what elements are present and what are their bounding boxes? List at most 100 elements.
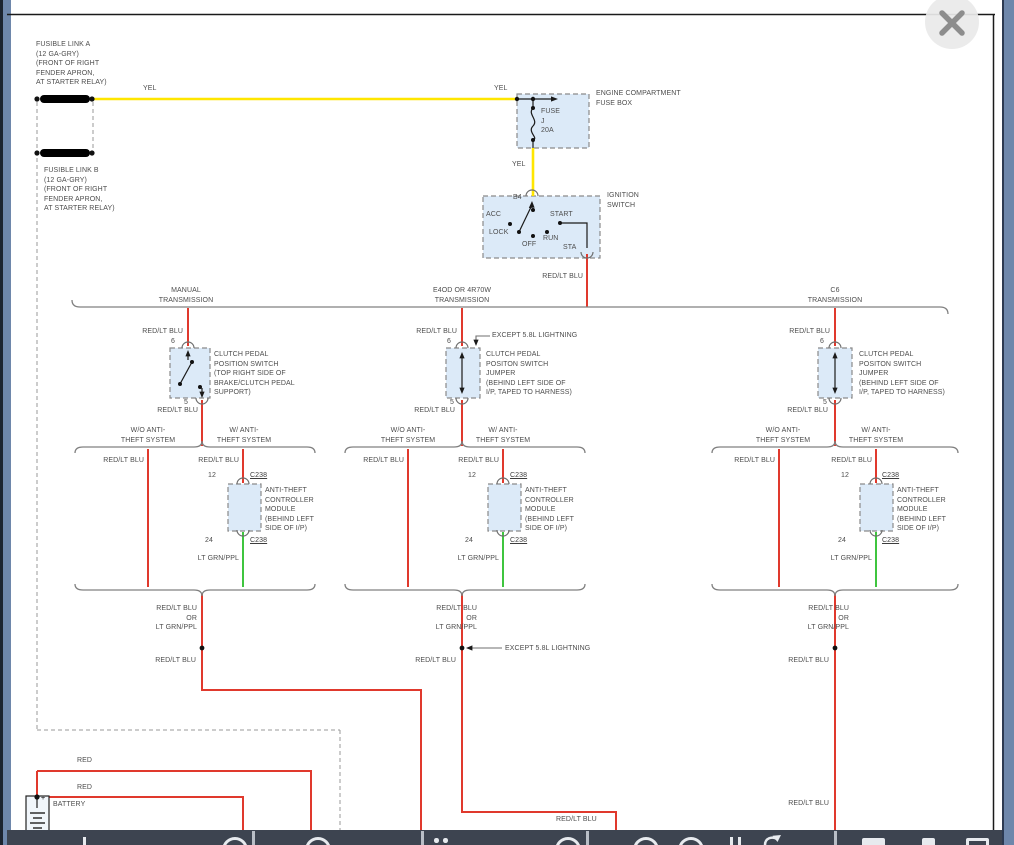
partial-circle-icon[interactable]	[555, 837, 581, 845]
close-button[interactable]	[925, 0, 979, 49]
wire-label-green: LT GRN/PPL	[444, 554, 499, 564]
connector-c238[interactable]: C238	[510, 536, 527, 546]
battery-label: BATTERY	[53, 800, 85, 810]
ignition-wiper-arrow	[529, 201, 535, 208]
red-wire-label-1: RED	[77, 756, 92, 766]
page-wide-icon[interactable]	[862, 838, 885, 845]
plus-icon[interactable]	[83, 837, 86, 845]
wiring-svg	[0, 0, 1014, 845]
battery-symbol	[26, 796, 49, 832]
wire-label: RED/LT BLU	[141, 656, 196, 666]
wire-label: RED/LT BLU	[401, 656, 456, 666]
ignition-start-label: START	[550, 210, 573, 220]
hash-icon[interactable]	[730, 837, 733, 845]
ignition-b4-label: B4	[513, 193, 522, 203]
connector-c238[interactable]: C238	[882, 471, 899, 481]
ignition-acc-label: ACC	[486, 210, 501, 220]
wire-label: RED/LT BLU	[774, 656, 829, 666]
wire-label-green: LT GRN/PPL	[184, 554, 239, 564]
share-arrow-icon[interactable]	[757, 830, 787, 845]
rail-and-braces	[72, 300, 958, 596]
wire-label: RED/LT BLU	[556, 815, 597, 825]
red-wires	[37, 254, 876, 831]
red-wire-label-2: RED	[77, 783, 92, 793]
wire-label: RED/LT BLU	[128, 327, 183, 337]
wire-label: RED/LT BLU	[720, 456, 775, 466]
clutch-switch-box-col1	[170, 348, 210, 398]
page-small-icon[interactable]	[922, 838, 935, 845]
wo-antitheft-header: W/O ANTI- THEFT SYSTEM	[733, 426, 833, 445]
pin-24: 24	[838, 536, 846, 546]
wire-label: RED/LT BLU	[444, 456, 499, 466]
pin-12: 12	[468, 471, 476, 481]
connector-c238[interactable]: C238	[250, 471, 267, 481]
toolbar-separator	[421, 831, 424, 845]
wire-label: RED/LT BLU	[400, 406, 455, 416]
jumper-box-col2	[446, 348, 480, 398]
circle-zoom-in-icon[interactable]	[678, 837, 704, 845]
ignition-switch-box	[483, 196, 600, 258]
yellow-wires	[93, 99, 533, 196]
wire-label: RED/LT BLU	[89, 456, 144, 466]
connector-c238[interactable]: C238	[250, 536, 267, 546]
toolbar-separator	[252, 831, 255, 845]
circle-zoom-out-icon[interactable]	[633, 837, 659, 845]
ignition-run-label: RUN	[543, 234, 558, 244]
connector-c238[interactable]: C238	[510, 471, 527, 481]
left-scroll-strip	[3, 0, 11, 845]
w-antitheft-header: W/ ANTI- THEFT SYSTEM	[453, 426, 553, 445]
atc-module-label: ANTI-THEFT CONTROLLER MODULE (BEHIND LEF…	[897, 486, 946, 534]
hash-icon[interactable]	[738, 837, 741, 845]
except-lightning-top-label: EXCEPT 5.8L LIGHTNING	[492, 331, 577, 341]
page-outline-icon[interactable]	[966, 838, 989, 845]
right-scroll-strip[interactable]	[1002, 0, 1014, 845]
w-antitheft-header: W/ ANTI- THEFT SYSTEM	[826, 426, 926, 445]
wiring-diagram-viewer: FUSIBLE LINK A (12 GA-GRY) (FRONT OF RIG…	[0, 0, 1014, 845]
col3-title: C6 TRANSMISSION	[785, 286, 885, 305]
toolbar-separator	[586, 831, 589, 845]
jumper-box-col3	[818, 348, 852, 398]
yel-wire-label-1: YEL	[143, 84, 157, 94]
pin-12: 12	[841, 471, 849, 481]
col2-title: E4OD OR 4R70W TRANSMISSION	[412, 286, 512, 305]
wire-label: RED/LT BLU	[773, 406, 828, 416]
ignition-switch-title: IGNITION SWITCH	[607, 191, 639, 210]
wire-label-green: LT GRN/PPL	[817, 554, 872, 564]
toolbar-separator	[834, 831, 837, 845]
junction-dots	[34, 96, 837, 799]
pin-6: 6	[447, 337, 451, 347]
circle-person-icon[interactable]	[305, 837, 331, 845]
col1-component-label: CLUTCH PEDAL POSITION SWITCH (TOP RIGHT …	[214, 350, 295, 398]
yel-wire-label-3: YEL	[512, 160, 526, 170]
atc-module-label: ANTI-THEFT CONTROLLER MODULE (BEHIND LEF…	[525, 486, 574, 534]
fusible-links	[40, 95, 90, 157]
wire-label: RED/LT BLU	[774, 799, 829, 809]
bottom-toolbar	[7, 830, 1002, 845]
wire-label: RED/LT BLU	[775, 327, 830, 337]
fusible-link-b-label: FUSIBLE LINK B (12 GA-GRY) (FRONT OF RIG…	[44, 166, 115, 214]
except-lightning-bottom-label: EXCEPT 5.8L LIGHTNING	[505, 644, 590, 654]
two-dots-icon[interactable]	[434, 838, 439, 843]
fuse-j-label: FUSE J 20A	[541, 107, 560, 136]
connector-c238[interactable]: C238	[882, 536, 899, 546]
wire-label: RED/LT BLU	[184, 456, 239, 466]
atc-module-box-col3	[860, 484, 893, 531]
yel-wire-label-2: YEL	[494, 84, 508, 94]
wire-label-or: RED/LT BLU OR LT GRN/PPL	[769, 604, 849, 633]
wire-label-or: RED/LT BLU OR LT GRN/PPL	[397, 604, 477, 633]
battery-plus-sign: +	[41, 794, 45, 804]
ignition-lock-label: LOCK	[489, 228, 508, 238]
pin-6: 6	[171, 337, 175, 347]
pin-12: 12	[208, 471, 216, 481]
circle-lens-icon[interactable]	[222, 837, 248, 845]
wire-label-or: RED/LT BLU OR LT GRN/PPL	[117, 604, 197, 633]
fusible-link-a-label: FUSIBLE LINK A (12 GA-GRY) (FRONT OF RIG…	[36, 40, 107, 88]
wire-label: RED/LT BLU	[817, 456, 872, 466]
atc-module-box-col1	[228, 484, 261, 531]
wire-label: RED/LT BLU	[349, 456, 404, 466]
close-icon	[925, 0, 979, 49]
wire-label: RED/LT BLU	[402, 327, 457, 337]
atc-module-box-col2	[488, 484, 521, 531]
two-dots-icon[interactable]	[443, 838, 448, 843]
col1-title: MANUAL TRANSMISSION	[136, 286, 236, 305]
